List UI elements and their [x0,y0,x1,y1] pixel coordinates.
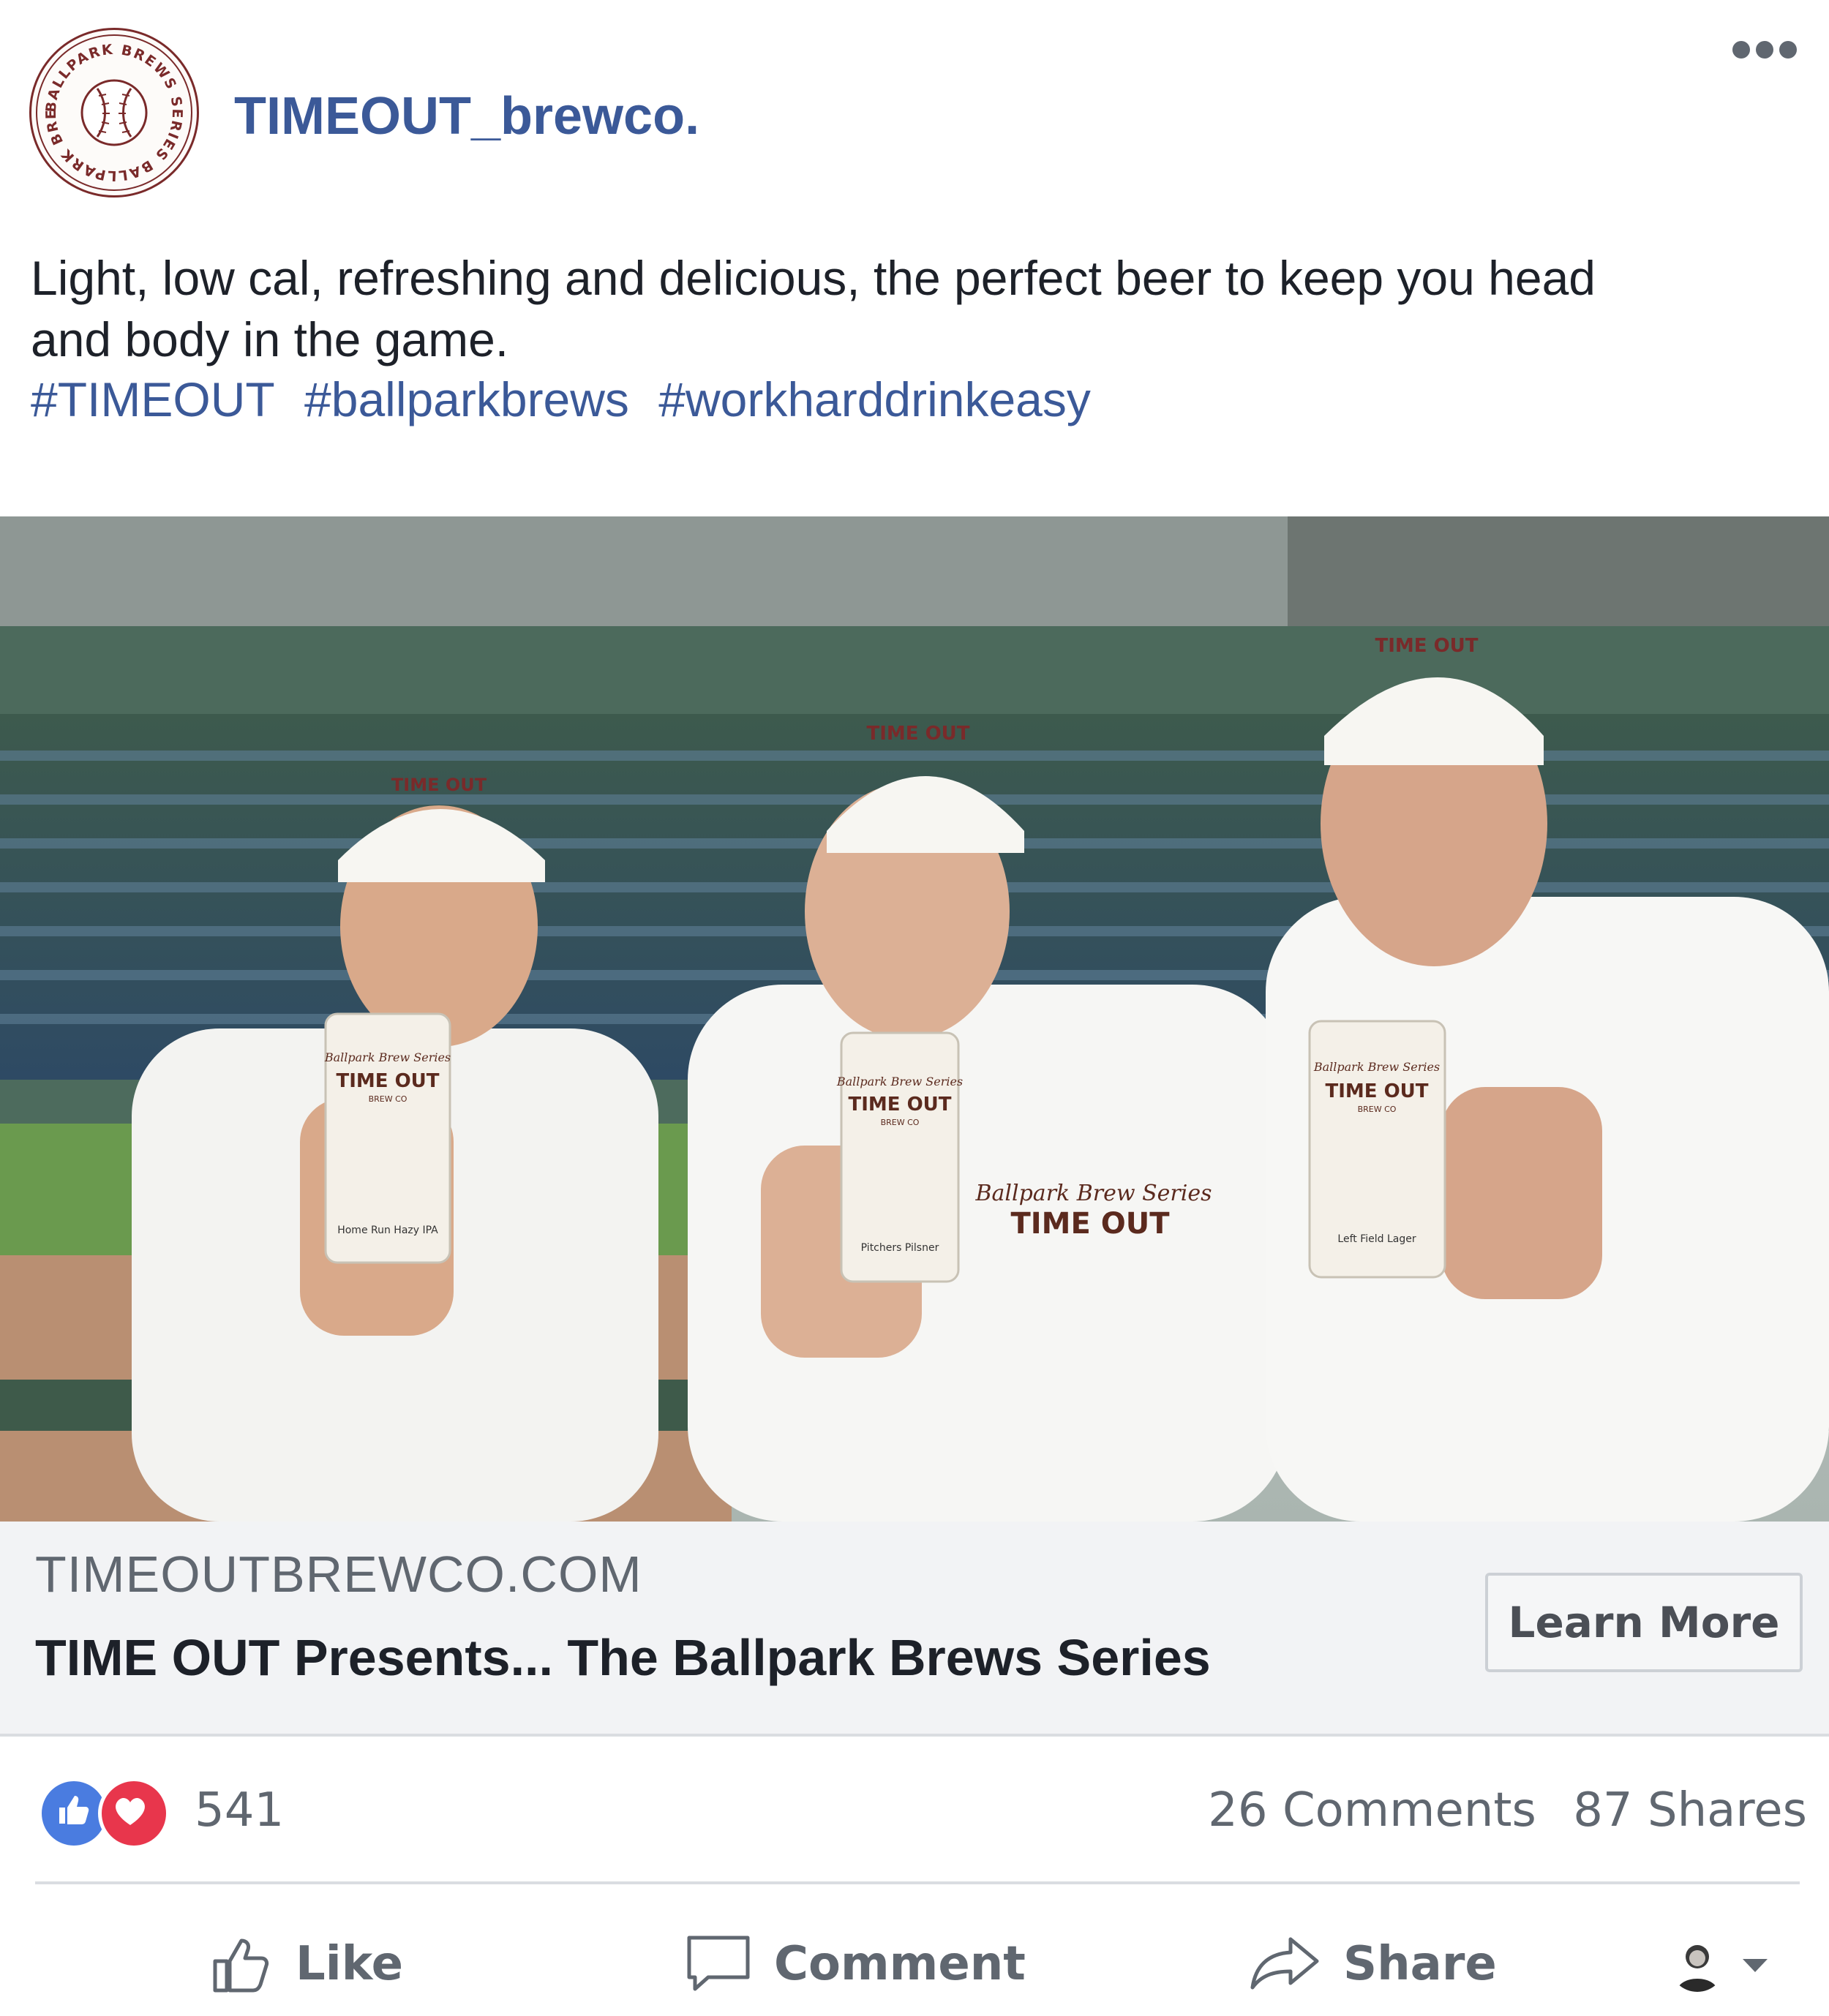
beer-can: Ballpark Brew Series TIME OUT BREW CO Pi… [836,1031,963,1283]
engagement-stats: 26 Comments 87 Shares [1186,1783,1807,1838]
like-label: Like [296,1937,403,1991]
svg-text:Ballpark Brew Series: Ballpark Brew Series [324,1050,451,1064]
link-title[interactable]: TIME OUT Presents... The Ballpark Brews … [35,1628,1211,1687]
ellipsis-icon[interactable] [1732,41,1803,63]
shares-count[interactable]: 87 Shares [1573,1783,1807,1838]
cap-label: TIME OUT [391,775,487,795]
comments-count[interactable]: 26 Comments [1208,1783,1536,1838]
thumbs-up-icon [213,1938,269,1993]
page-name-link[interactable]: TIMEOUT_brewco. [234,86,699,146]
svg-text:Pitchers Pilsner: Pitchers Pilsner [861,1242,939,1254]
comment-icon [687,1936,750,1991]
share-label: Share [1343,1937,1497,1991]
beer-can: Ballpark Brew Series TIME OUT BREW CO Le… [1308,1020,1446,1279]
hashtag-link[interactable]: #TIMEOUT [31,372,275,426]
reaction-count[interactable]: 541 [195,1783,284,1838]
learn-more-button[interactable]: Learn More [1485,1573,1803,1672]
page-avatar[interactable]: BALLPARK BREWS SERIES BALLPARK BREWS SER… [23,18,199,198]
svg-text:Left Field Lager: Left Field Lager [1337,1233,1416,1245]
audience-selector[interactable] [1670,1931,1779,1997]
post-caption: Light, low cal, refreshing and delicious… [31,251,1596,366]
hashtag-link[interactable]: #ballparkbrews [304,372,629,426]
cap-label: TIME OUT [1375,635,1478,657]
user-avatar [1670,1936,1725,1992]
link-domain: TIMEOUTBREWCO.COM [35,1546,642,1603]
post-photo[interactable]: TIME OUT TIME OUT TIME OUT Ballpark Brew… [0,516,1829,1522]
svg-text:TIME OUT: TIME OUT [336,1070,439,1092]
caret-down-icon [1743,1959,1768,1972]
like-button[interactable]: Like [208,1917,403,2012]
cap-label: TIME OUT [866,723,969,745]
jersey-script: Ballpark Brew Series [974,1181,1212,1206]
divider [35,1881,1800,1884]
svg-text:TIME OUT: TIME OUT [1325,1080,1428,1102]
svg-text:BREW CO: BREW CO [369,1094,408,1104]
beer-can: Ballpark Brew Series TIME OUT BREW CO Ho… [324,1012,451,1264]
comment-button[interactable]: Comment [683,1917,1026,2012]
svg-text:Home Run Hazy IPA: Home Run Hazy IPA [337,1225,438,1236]
svg-text:Ballpark Brew Series: Ballpark Brew Series [836,1075,963,1088]
share-arrow-icon [1250,1937,1319,1990]
love-reaction-icon[interactable] [98,1778,170,1849]
share-button[interactable]: Share [1247,1917,1497,2012]
baseball-logo: BALLPARK BREWS SERIES BALLPARK BREWS SER… [23,18,192,191]
svg-text:BREW CO: BREW CO [1358,1105,1397,1114]
svg-text:BREW CO: BREW CO [881,1118,920,1127]
jersey-brand: TIME OUT [1011,1207,1171,1241]
comment-label: Comment [774,1937,1026,1991]
svg-text:Ballpark Brew Series: Ballpark Brew Series [1313,1060,1440,1074]
hashtag-list: #TIMEOUT #ballparkbrews #workharddrinkea… [31,369,1107,430]
hashtag-link[interactable]: #workharddrinkeasy [658,372,1091,426]
svg-text:TIME OUT: TIME OUT [848,1094,951,1116]
